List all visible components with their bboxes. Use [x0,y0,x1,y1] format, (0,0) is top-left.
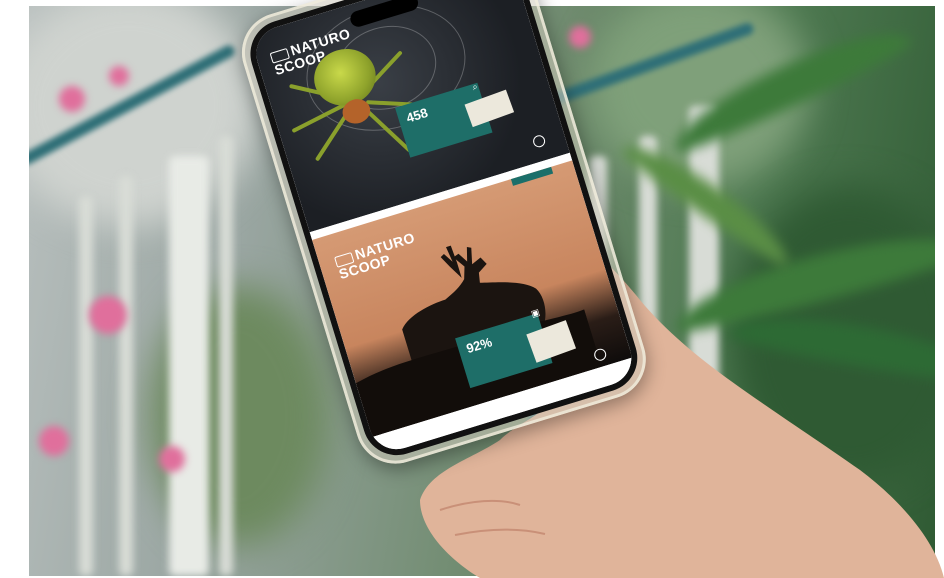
photo-scene: NATURO SCOOP 458 ⌕ NATURO SCOOP 92% ▣ [0,0,944,578]
seal-icon [531,133,547,149]
